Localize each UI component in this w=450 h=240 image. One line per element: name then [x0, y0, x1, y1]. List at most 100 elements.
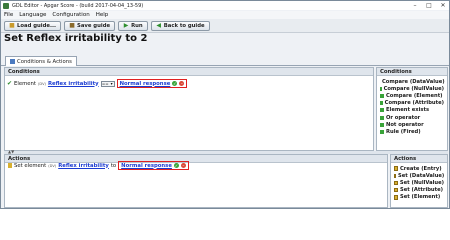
- conditions-palette-item-label: Compare (DataValue): [382, 78, 445, 85]
- action-icon: [8, 163, 12, 168]
- conditions-palette-item[interactable]: Not operator: [380, 121, 444, 128]
- tab-strip: Conditions & Actions: [1, 55, 449, 66]
- run-button[interactable]: ▶ Run: [118, 20, 148, 31]
- actions-palette-item-label: Set (Element): [400, 194, 441, 201]
- condition-value-link[interactable]: Normal response: [120, 81, 171, 87]
- condition-element-link[interactable]: Reflex irritability: [48, 81, 99, 87]
- action-element-link[interactable]: Reflex irritability: [58, 163, 109, 169]
- remove-icon[interactable]: –: [179, 81, 185, 86]
- actions-palette-item-icon: [394, 195, 398, 200]
- action-prefix: Set element: [14, 162, 47, 169]
- conditions-palette-item-icon: [380, 101, 383, 106]
- menu-file[interactable]: File: [4, 12, 13, 18]
- conditions-palette-item-label: Rule (Fired): [386, 128, 421, 135]
- conditions-palette: Conditions Compare (DataValue) Compare (N…: [376, 67, 448, 151]
- datatype-tag: (DV): [37, 81, 46, 86]
- action-value-link[interactable]: Normal response: [121, 163, 172, 169]
- menu-bar: File Language Configuration Help: [1, 11, 449, 19]
- run-icon: ▶: [123, 21, 129, 29]
- save-icon: ■: [69, 21, 75, 29]
- actions-palette-item-label: Create (Entry): [400, 165, 442, 172]
- operator-value: ==: [101, 81, 109, 86]
- chevron-down-icon: ▾: [110, 81, 113, 86]
- run-label: Run: [131, 22, 143, 29]
- action-to-label: to: [110, 162, 117, 169]
- load-guide-label: Load guide...: [17, 22, 57, 29]
- back-arrow-icon: ◀: [156, 21, 162, 29]
- conditions-palette-item-label: Compare (Element): [386, 92, 443, 99]
- menu-language[interactable]: Language: [19, 12, 46, 18]
- conditions-palette-item-label: Element exists: [386, 107, 430, 114]
- tab-conditions-actions[interactable]: Conditions & Actions: [5, 56, 77, 66]
- menu-configuration[interactable]: Configuration: [52, 12, 89, 18]
- close-button[interactable]: ✕: [439, 2, 447, 9]
- actions-palette: Actions Create (Entry) Set (DataValue) Set…: [390, 154, 448, 208]
- save-guide-button[interactable]: ■ Save guide: [64, 20, 116, 31]
- confirm-icon[interactable]: ✓: [173, 163, 179, 168]
- condition-value-highlight: Normal response ✓ –: [116, 79, 188, 88]
- actions-palette-item-label: Set (DataValue): [398, 172, 445, 179]
- app-icon: [3, 2, 9, 9]
- conditions-panel: Conditions ✔ Element (DV) Reflex irritab…: [4, 67, 374, 151]
- condition-row[interactable]: ✔ Element (DV) Reflex irritability == ▾ …: [7, 79, 188, 88]
- conditions-palette-item[interactable]: Or operator: [380, 114, 444, 121]
- conditions-palette-item[interactable]: Element exists: [380, 107, 444, 114]
- back-to-guide-button[interactable]: ◀ Back to guide: [150, 20, 210, 31]
- actions-palette-item[interactable]: Set (DataValue): [394, 172, 444, 179]
- actions-palette-item-icon: [394, 166, 398, 171]
- folder-icon: ■: [9, 21, 15, 29]
- tab-label: Conditions & Actions: [17, 58, 72, 65]
- actions-palette-item[interactable]: Create (Entry): [394, 165, 444, 172]
- back-to-guide-label: Back to guide: [163, 22, 205, 29]
- conditions-palette-list: Compare (DataValue) Compare (NullValue) Co…: [377, 76, 447, 138]
- datatype-tag: (DV): [48, 163, 57, 168]
- actions-palette-list: Create (Entry) Set (DataValue) Set (NullVa…: [391, 163, 447, 203]
- conditions-palette-item[interactable]: Compare (Attribute): [380, 100, 444, 107]
- conditions-palette-item-icon: [380, 115, 384, 120]
- actions-palette-item-label: Set (NullValue): [399, 179, 444, 186]
- conditions-palette-header: Conditions: [377, 68, 447, 76]
- actions-palette-item-icon: [394, 173, 396, 179]
- conditions-palette-item-icon: [380, 129, 384, 134]
- actions-palette-item[interactable]: Set (Attribute): [394, 187, 444, 194]
- conditions-palette-item-label: Or operator: [386, 114, 421, 121]
- conditions-header: Conditions: [5, 68, 373, 76]
- actions-palette-item-icon: [394, 187, 398, 193]
- actions-palette-item-icon: [394, 180, 398, 186]
- remove-icon[interactable]: –: [180, 163, 186, 168]
- actions-palette-item[interactable]: Set (NullValue): [394, 179, 444, 186]
- tab-icon: [10, 59, 15, 64]
- window-controls: – □ ✕: [411, 2, 447, 9]
- actions-palette-item-label: Set (Attribute): [400, 187, 443, 194]
- actions-palette-header: Actions: [391, 155, 447, 163]
- minimize-button[interactable]: –: [411, 2, 419, 9]
- conditions-palette-item-icon: [380, 93, 384, 98]
- load-guide-button[interactable]: ■ Load guide...: [4, 20, 62, 31]
- condition-prefix: Element: [14, 80, 36, 87]
- confirm-icon[interactable]: ✓: [172, 81, 178, 86]
- page-title: Set Reflex irritability to 2: [4, 33, 148, 44]
- save-guide-label: Save guide: [77, 22, 111, 29]
- operator-dropdown[interactable]: == ▾: [100, 80, 115, 87]
- maximize-button[interactable]: □: [425, 2, 433, 9]
- conditions-palette-item-label: Not operator: [386, 121, 424, 128]
- conditions-palette-item[interactable]: Compare (DataValue): [380, 78, 445, 85]
- app-window: GDL Editor - Apgar Score - (build 2017-0…: [0, 0, 450, 209]
- conditions-palette-item-label: Compare (Attribute): [384, 100, 444, 107]
- window-title: GDL Editor - Apgar Score - (build 2017-0…: [12, 2, 144, 9]
- toolbar: ■ Load guide... ■ Save guide ▶ Run ◀ Bac…: [1, 19, 449, 33]
- actions-palette-item[interactable]: Set (Element): [394, 194, 444, 201]
- conditions-palette-item[interactable]: Compare (Element): [380, 92, 444, 99]
- checkmark-icon: ✔: [7, 80, 13, 87]
- conditions-palette-item-icon: [380, 86, 382, 91]
- action-value-highlight: Normal response ✓ –: [118, 161, 189, 170]
- conditions-palette-item-icon: [380, 108, 384, 113]
- conditions-palette-item[interactable]: Compare (NullValue): [380, 85, 444, 92]
- conditions-palette-item-label: Compare (NullValue): [383, 85, 444, 92]
- title-bar: GDL Editor - Apgar Score - (build 2017-0…: [1, 1, 449, 10]
- actions-panel: Actions Set element (DV) Reflex irritabi…: [4, 154, 388, 208]
- action-row[interactable]: Set element (DV) Reflex irritability to …: [8, 161, 189, 170]
- conditions-palette-item[interactable]: Rule (Fired): [380, 128, 444, 135]
- menu-help[interactable]: Help: [96, 12, 109, 18]
- conditions-palette-item-icon: [380, 122, 384, 127]
